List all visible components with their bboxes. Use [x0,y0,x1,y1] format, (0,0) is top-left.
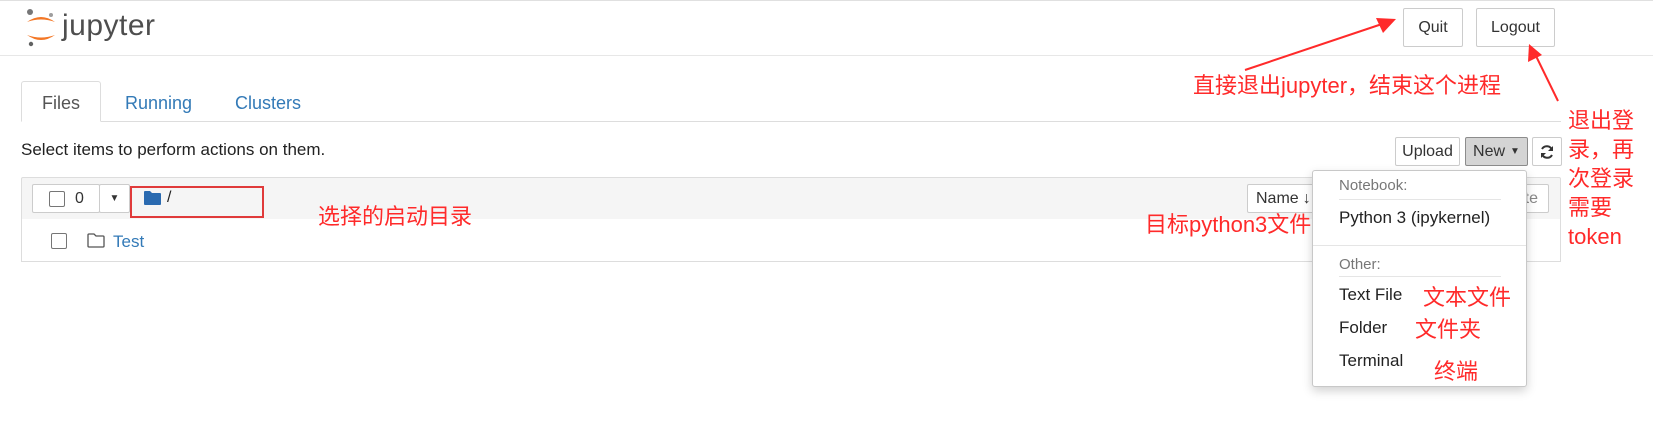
upload-label: Upload [1402,142,1453,160]
menu-divider [1339,276,1501,277]
tab-clusters[interactable]: Clusters [235,93,301,114]
logout-annotation-line: 退出登 [1568,108,1635,133]
menu-item-folder[interactable]: Folder [1339,318,1387,338]
select-all-checkbox[interactable] [49,190,65,207]
python-annotation: 目标python3文件 [1145,212,1312,237]
breadcrumb-highlight-box [130,186,264,218]
tabs-divider [101,121,1561,122]
header-divider [0,55,1653,56]
quit-label: Quit [1418,18,1448,36]
new-label: New [1473,142,1506,160]
tab-files-label: Files [42,93,81,113]
quit-arrow [1244,23,1383,71]
new-button[interactable]: New ▼ [1465,137,1528,166]
logo-text: jupyter [62,9,156,42]
arrow-down-icon: ↓ [1302,189,1311,207]
top-border [0,0,1653,1]
folder-annotation: 文件夹 [1415,317,1482,342]
logout-annotation-line: token [1568,224,1622,249]
menu-item-terminal[interactable]: Terminal [1339,351,1403,371]
caret-down-icon: ▼ [109,193,120,204]
list-item[interactable]: Test [51,231,1251,251]
menu-item-python3[interactable]: Python 3 (ipykernel) [1339,208,1490,228]
upload-button[interactable]: Upload [1395,137,1460,166]
toolbar-info-text: Select items to perform actions on them. [21,140,326,159]
logout-annotation-line: 需要 [1568,195,1613,220]
select-all-control[interactable]: 0 [32,184,100,213]
quit-arrowhead [1376,18,1396,33]
item-checkbox[interactable] [51,233,67,249]
logout-annotation: 退出登 录，再 次登录 需要 token [1568,106,1634,251]
text-file-annotation: 文本文件 [1423,285,1512,310]
logout-button[interactable]: Logout [1476,8,1555,47]
new-dropdown-menu: Notebook: Python 3 (ipykernel) Other: Te… [1312,170,1527,387]
logout-annotation-line: 次登录 [1568,166,1635,191]
menu-divider [1339,199,1501,200]
other-header: Other: [1339,256,1381,273]
quit-annotation: 直接退出jupyter，结束这个进程 [1193,73,1502,98]
jupyter-logo[interactable]: jupyter [24,8,174,48]
item-name-link[interactable]: Test [113,232,144,252]
sort-name-label: Name [1256,189,1299,207]
start-dir-annotation: 选择的启动目录 [318,204,473,229]
menu-item-text-file[interactable]: Text File [1339,285,1402,305]
select-dropdown-button[interactable]: ▼ [99,184,130,213]
tab-running[interactable]: Running [125,93,192,114]
refresh-button[interactable] [1532,137,1562,166]
notebook-header: Notebook: [1339,177,1408,194]
logout-annotation-line: 录，再 [1568,137,1635,162]
logout-label: Logout [1491,18,1540,36]
quit-button[interactable]: Quit [1403,8,1463,47]
terminal-annotation: 终端 [1434,359,1479,384]
caret-down-icon: ▼ [1510,146,1520,157]
jupyter-logo-icon [27,9,55,47]
folder-icon [87,233,105,248]
selected-count: 0 [75,189,84,207]
menu-divider [1313,245,1526,246]
refresh-icon [1541,144,1553,159]
logout-arrow [1535,55,1559,102]
